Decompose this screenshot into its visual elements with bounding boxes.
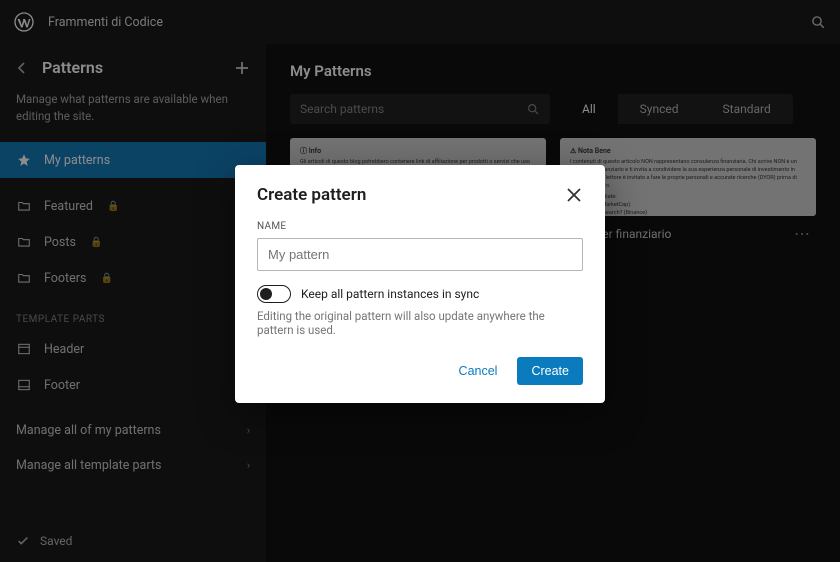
modal-header: Create pattern — [257, 185, 583, 205]
modal-title: Create pattern — [257, 185, 366, 205]
create-pattern-modal: Create pattern Name Keep all pattern ins… — [235, 165, 605, 403]
sync-help-text: Editing the original pattern will also u… — [257, 309, 583, 337]
sync-toggle[interactable] — [257, 285, 291, 303]
name-label: Name — [257, 221, 583, 232]
cancel-button[interactable]: Cancel — [445, 357, 512, 385]
modal-actions: Cancel Create — [257, 357, 583, 385]
sync-toggle-row: Keep all pattern instances in sync — [257, 285, 583, 303]
modal-overlay[interactable]: Create pattern Name Keep all pattern ins… — [0, 0, 840, 562]
pattern-name-input[interactable] — [257, 238, 583, 271]
create-button[interactable]: Create — [517, 357, 583, 385]
close-icon[interactable] — [565, 186, 583, 204]
sync-toggle-label: Keep all pattern instances in sync — [301, 287, 479, 301]
